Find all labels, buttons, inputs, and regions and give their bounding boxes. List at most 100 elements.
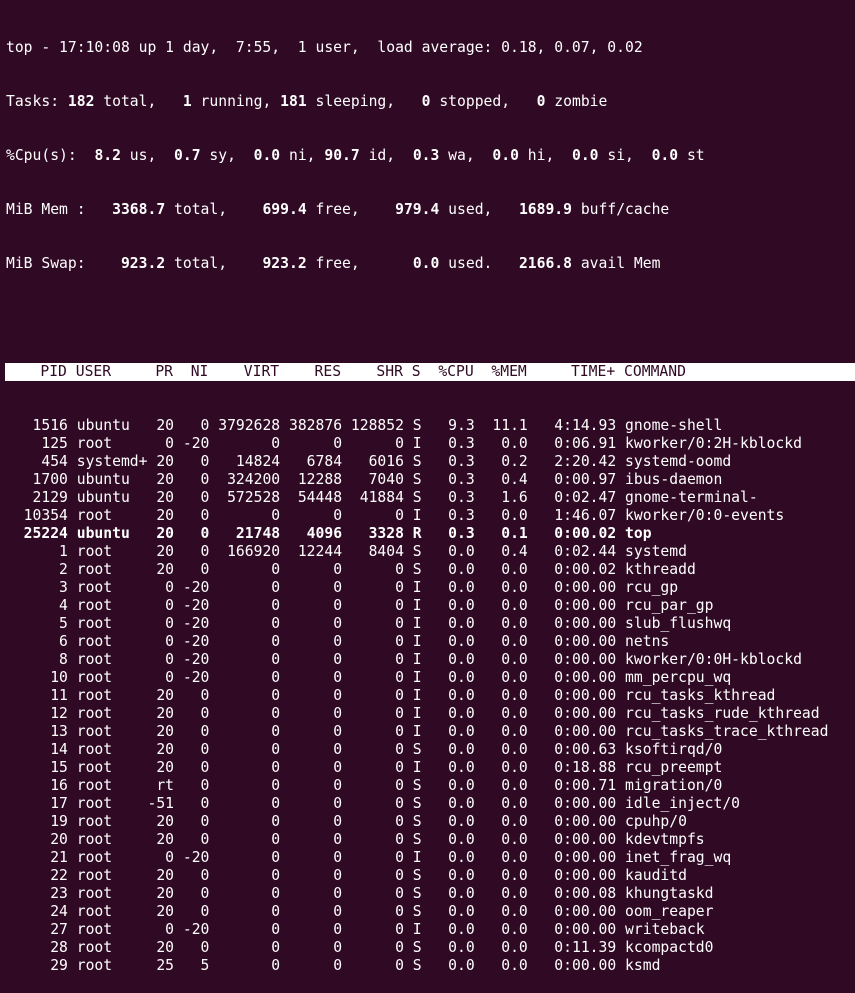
cpu-cell: 0.0 bbox=[421, 813, 475, 830]
shr-cell: 0 bbox=[342, 651, 404, 668]
time-cell: 0:00.71 bbox=[527, 777, 617, 794]
user-cell: root bbox=[67, 795, 148, 812]
ni-cell: 0 bbox=[174, 759, 210, 776]
state-cell: I bbox=[403, 705, 422, 722]
pr-cell: 0 bbox=[147, 435, 175, 452]
command-cell: ksmd bbox=[616, 957, 661, 974]
time-cell: 0:00.00 bbox=[527, 579, 617, 596]
mem-cell: 0.0 bbox=[474, 741, 528, 758]
user-cell: root bbox=[67, 759, 148, 776]
swap-total-label: total, bbox=[165, 255, 263, 272]
swap-line: MiB Swap: 923.2 total, 923.2 free, 0.0 u… bbox=[6, 255, 855, 273]
time-cell: 1:46.07 bbox=[527, 507, 617, 524]
col-pid-header: PID bbox=[5, 363, 67, 380]
ni-cell: 0 bbox=[174, 417, 210, 434]
cpu-cell: 0.0 bbox=[421, 597, 475, 614]
pid-cell: 1700 bbox=[6, 471, 68, 488]
terminal-output[interactable]: top - 17:10:08 up 1 day, 7:55, 1 user, l… bbox=[5, 3, 855, 993]
res-cell: 0 bbox=[280, 903, 343, 920]
pid-cell: 24 bbox=[6, 903, 68, 920]
shr-cell: 0 bbox=[342, 669, 404, 686]
swap-avail-value: 2166.8 bbox=[518, 255, 572, 272]
virt-cell: 0 bbox=[209, 633, 281, 650]
state-cell: S bbox=[403, 489, 422, 506]
virt-cell: 0 bbox=[209, 885, 281, 902]
pr-cell: 0 bbox=[147, 921, 175, 938]
state-cell: I bbox=[403, 921, 422, 938]
time-cell: 0:00.00 bbox=[527, 687, 617, 704]
cpu-st-value: 0.0 bbox=[651, 147, 679, 164]
shr-cell: 0 bbox=[342, 687, 404, 704]
pr-cell: 20 bbox=[147, 525, 175, 542]
virt-cell: 0 bbox=[209, 831, 281, 848]
state-cell: I bbox=[403, 435, 422, 452]
process-row: 4 root 0 -20 0 0 0 I 0.0 0.0 0:00.00 rcu… bbox=[6, 597, 855, 615]
mem-total-value: 3368.7 bbox=[112, 201, 166, 218]
user-cell: ubuntu bbox=[67, 525, 148, 542]
shr-cell: 0 bbox=[342, 723, 404, 740]
pr-cell: 20 bbox=[147, 417, 175, 434]
cpu-cell: 0.3 bbox=[421, 471, 475, 488]
res-cell: 0 bbox=[280, 651, 343, 668]
shr-cell: 0 bbox=[342, 741, 404, 758]
ni-cell: 0 bbox=[174, 489, 210, 506]
virt-cell: 0 bbox=[209, 651, 281, 668]
user-cell: root bbox=[67, 597, 148, 614]
col-cpu-header: %CPU bbox=[420, 363, 474, 380]
shr-cell: 128852 bbox=[342, 417, 404, 434]
state-cell: S bbox=[403, 561, 422, 578]
process-row: 125 root 0 -20 0 0 0 I 0.3 0.0 0:06.91 k… bbox=[6, 435, 855, 453]
mem-cell: 0.0 bbox=[474, 723, 528, 740]
virt-cell: 0 bbox=[209, 813, 281, 830]
user-cell: root bbox=[67, 867, 148, 884]
time-cell: 0:00.00 bbox=[527, 615, 617, 632]
process-row: 10 root 0 -20 0 0 0 I 0.0 0.0 0:00.00 mm… bbox=[6, 669, 855, 687]
tasks-running-label: running, bbox=[191, 93, 281, 110]
state-cell: R bbox=[403, 525, 422, 542]
state-cell: S bbox=[403, 543, 422, 560]
cpu-cell: 0.0 bbox=[421, 849, 475, 866]
process-row: 29 root 25 5 0 0 0 S 0.0 0.0 0:00.00 ksm… bbox=[6, 957, 855, 975]
pr-cell: 20 bbox=[147, 813, 175, 830]
command-cell: mm_percpu_wq bbox=[616, 669, 732, 686]
cpu-st-label: st bbox=[678, 147, 705, 164]
state-cell: S bbox=[403, 885, 422, 902]
pr-cell: 20 bbox=[147, 687, 175, 704]
state-cell: I bbox=[403, 849, 422, 866]
shr-cell: 0 bbox=[342, 597, 404, 614]
ni-cell: 0 bbox=[174, 939, 210, 956]
pid-cell: 14 bbox=[6, 741, 68, 758]
process-row: 12 root 20 0 0 0 0 I 0.0 0.0 0:00.00 rcu… bbox=[6, 705, 855, 723]
shr-cell: 0 bbox=[342, 813, 404, 830]
process-row: 15 root 20 0 0 0 0 I 0.0 0.0 0:18.88 rcu… bbox=[6, 759, 855, 777]
time-cell: 0:18.88 bbox=[527, 759, 617, 776]
ni-cell: -20 bbox=[174, 921, 210, 938]
virt-cell: 21748 bbox=[209, 525, 281, 542]
mem-cell: 0.0 bbox=[474, 597, 528, 614]
pr-cell: 20 bbox=[147, 705, 175, 722]
command-cell: slub_flushwq bbox=[616, 615, 732, 632]
process-row: 1 root 20 0 166920 12244 8404 S 0.0 0.4 … bbox=[6, 543, 855, 561]
user-cell: root bbox=[67, 687, 148, 704]
process-row: 17 root -51 0 0 0 0 S 0.0 0.0 0:00.00 id… bbox=[6, 795, 855, 813]
shr-cell: 0 bbox=[342, 705, 404, 722]
res-cell: 12244 bbox=[280, 543, 343, 560]
res-cell: 0 bbox=[280, 939, 343, 956]
ni-cell: 0 bbox=[174, 813, 210, 830]
user-cell: root bbox=[67, 849, 148, 866]
process-row: 19 root 20 0 0 0 0 S 0.0 0.0 0:00.00 cpu… bbox=[6, 813, 855, 831]
cpu-cell: 0.0 bbox=[421, 777, 475, 794]
pr-cell: rt bbox=[147, 777, 175, 794]
ni-cell: 0 bbox=[174, 453, 210, 470]
mem-cell: 0.0 bbox=[474, 795, 528, 812]
process-row: 10354 root 20 0 0 0 0 I 0.3 0.0 1:46.07 … bbox=[6, 507, 855, 525]
shr-cell: 0 bbox=[342, 579, 404, 596]
user-cell: root bbox=[67, 507, 148, 524]
command-cell: rcu_par_gp bbox=[616, 597, 714, 614]
pr-cell: 20 bbox=[147, 759, 175, 776]
virt-cell: 3792628 bbox=[209, 417, 281, 434]
res-cell: 0 bbox=[280, 687, 343, 704]
user-cell: root bbox=[67, 957, 148, 974]
shr-cell: 0 bbox=[342, 885, 404, 902]
process-row: 24 root 20 0 0 0 0 S 0.0 0.0 0:00.00 oom… bbox=[6, 903, 855, 921]
